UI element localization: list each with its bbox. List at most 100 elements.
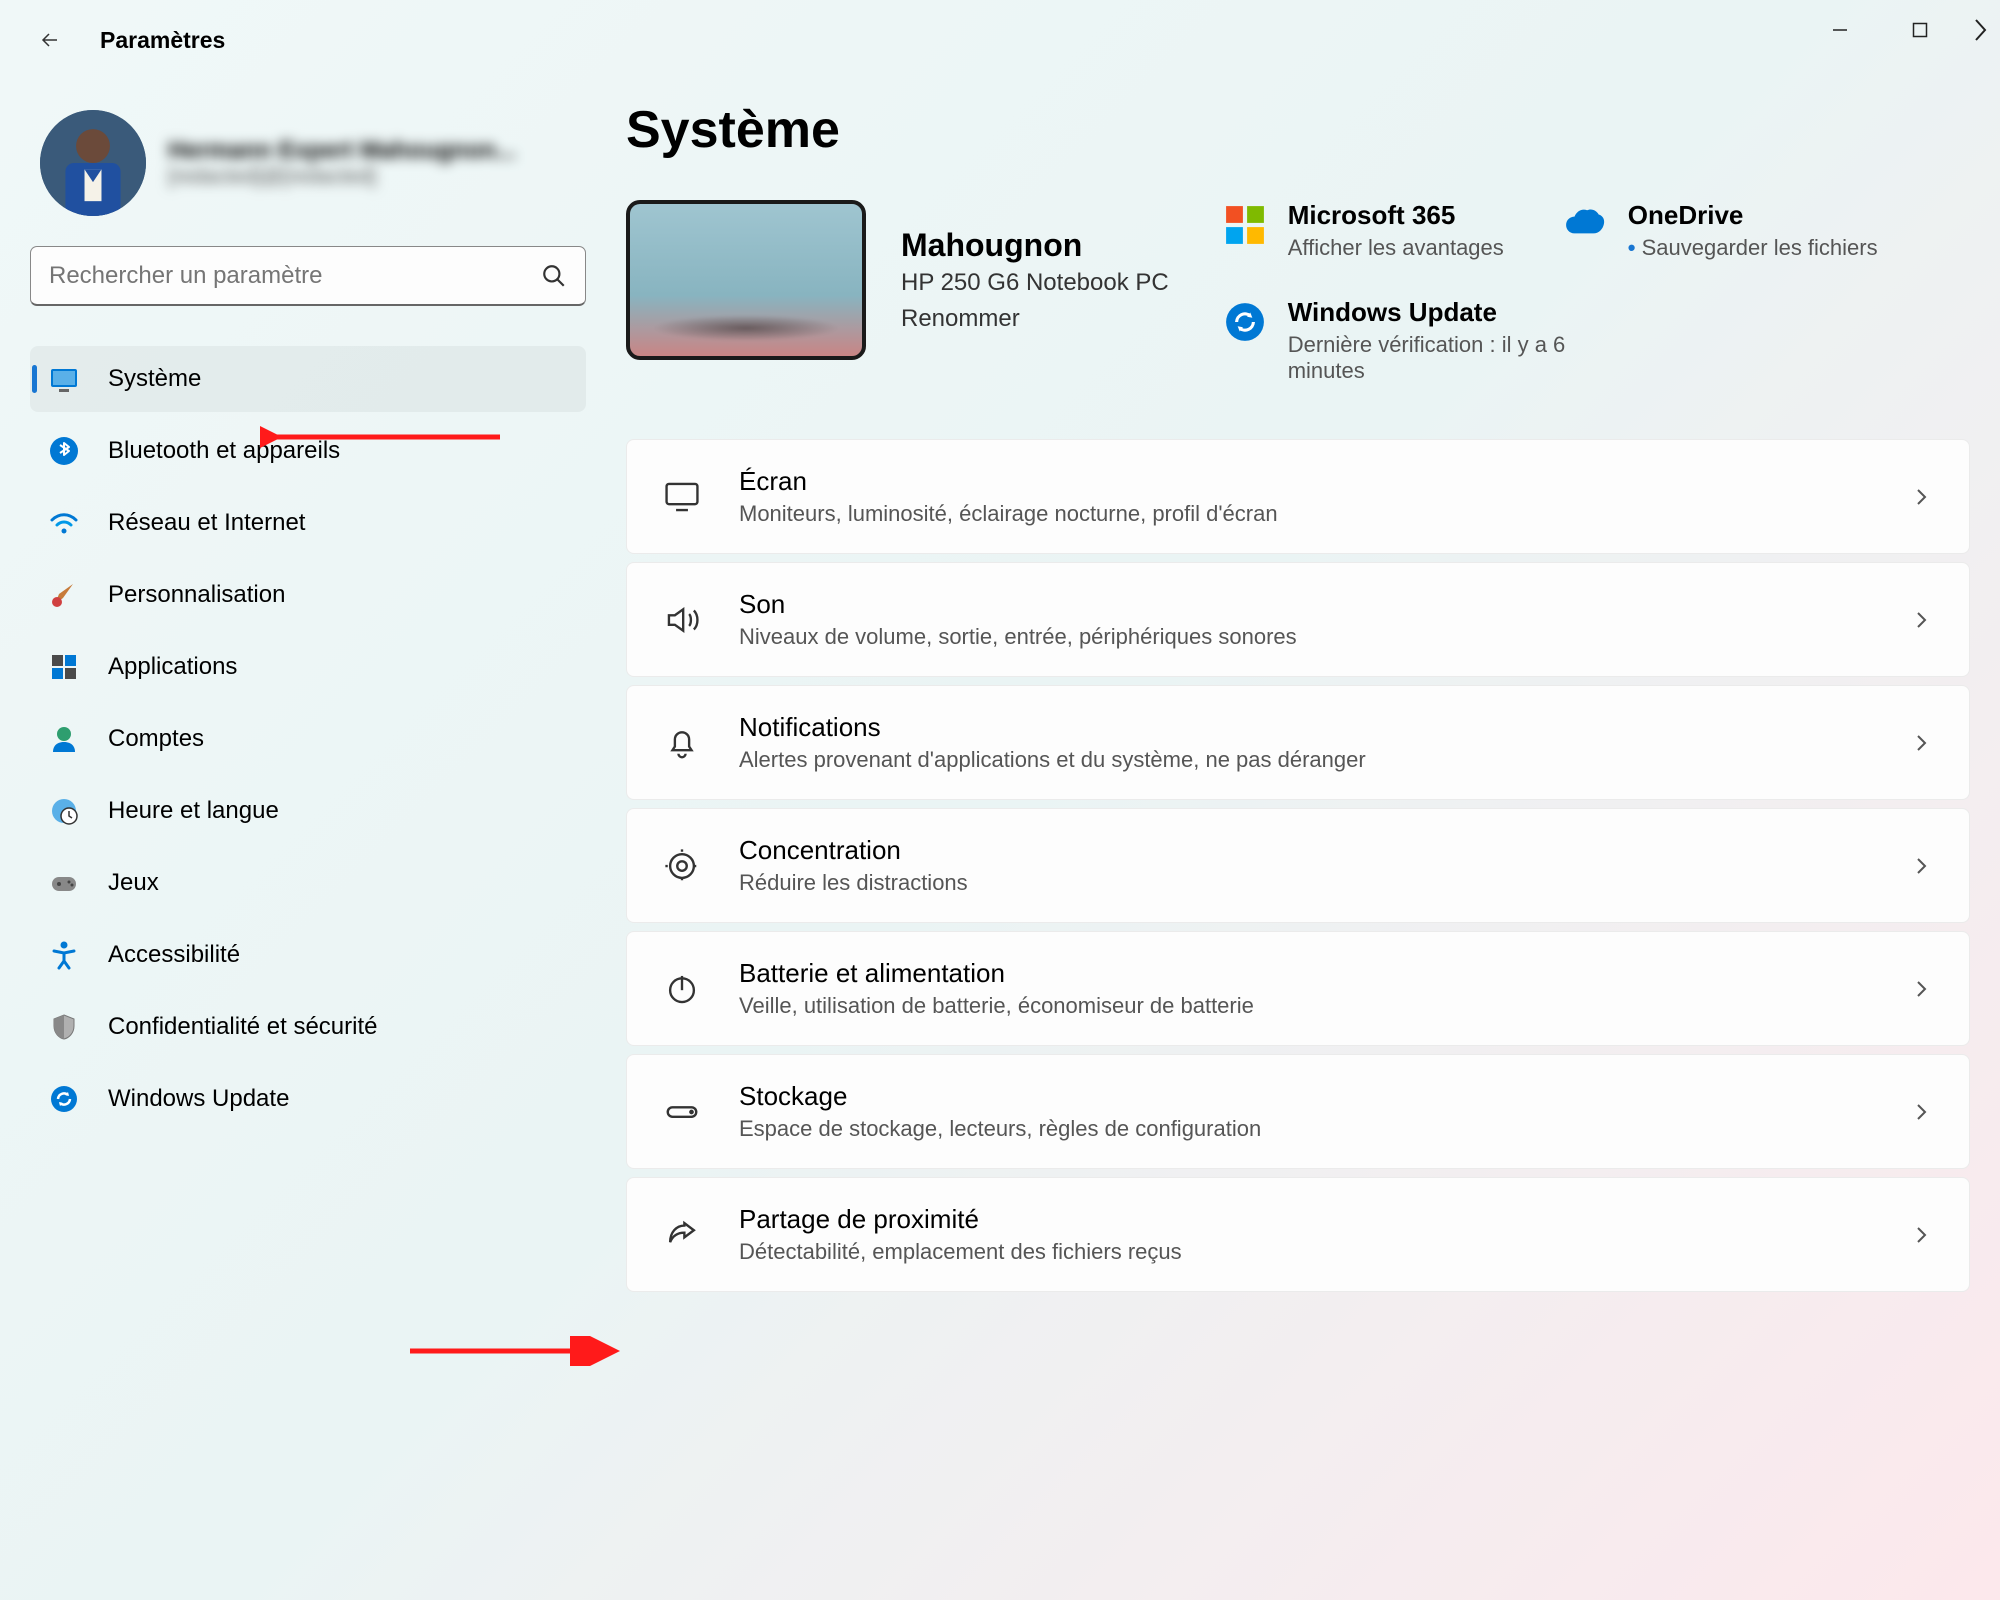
tile-sub: Afficher les avantages	[1288, 235, 1504, 261]
chevron-right-icon	[1909, 1100, 1933, 1124]
monitor-icon	[663, 478, 701, 516]
card-title: Son	[739, 589, 1871, 620]
nav-label: Réseau et Internet	[108, 509, 305, 537]
card-title: Écran	[739, 466, 1871, 497]
card-title: Notifications	[739, 712, 1871, 743]
card-title: Stockage	[739, 1081, 1871, 1112]
card-title: Batterie et alimentation	[739, 958, 1871, 989]
device-info-row: Mahougnon HP 250 G6 Notebook PC Renommer…	[626, 200, 1970, 384]
tile-title: Windows Update	[1288, 297, 1608, 328]
nav-item-gaming[interactable]: Jeux	[30, 850, 586, 916]
chevron-right-icon	[1909, 608, 1933, 632]
nav-item-accounts[interactable]: Comptes	[30, 706, 586, 772]
tile-title: Microsoft 365	[1288, 200, 1504, 231]
nav-label: Bluetooth et appareils	[108, 437, 340, 465]
nav-label: Windows Update	[108, 1085, 289, 1113]
forward-button[interactable]	[1960, 0, 2000, 60]
maximize-button[interactable]	[1880, 0, 1960, 60]
titlebar: Paramètres	[0, 0, 2000, 80]
card-sub: Niveaux de volume, sortie, entrée, périp…	[739, 624, 1871, 650]
card-title: Concentration	[739, 835, 1871, 866]
person-icon	[48, 723, 80, 755]
tile-onedrive[interactable]: OneDrive Sauvegarder les fichiers	[1564, 200, 1878, 261]
rename-link[interactable]: Renommer	[901, 305, 1169, 333]
bluetooth-icon	[48, 435, 80, 467]
card-focus[interactable]: Concentration Réduire les distractions	[626, 808, 1970, 923]
window-controls	[1800, 0, 2000, 60]
device-model: HP 250 G6 Notebook PC	[901, 269, 1169, 297]
nav-item-accessibility[interactable]: Accessibilité	[30, 922, 586, 988]
tile-microsoft365[interactable]: Microsoft 365 Afficher les avantages	[1224, 200, 1504, 261]
card-display[interactable]: Écran Moniteurs, luminosité, éclairage no…	[626, 439, 1970, 554]
nav-item-system[interactable]: Système	[30, 346, 586, 412]
gamepad-icon	[48, 867, 80, 899]
apps-icon	[48, 651, 80, 683]
tile-title: OneDrive	[1628, 200, 1878, 231]
nav-item-windows-update[interactable]: Windows Update	[30, 1066, 586, 1132]
speaker-icon	[663, 601, 701, 639]
nav-label: Heure et langue	[108, 797, 279, 825]
search-icon	[541, 263, 567, 289]
device-thumbnail	[626, 200, 866, 360]
onedrive-icon	[1564, 204, 1606, 246]
tile-sub: Dernière vérification : il y a 6 minutes	[1288, 332, 1608, 384]
share-icon	[663, 1216, 701, 1254]
nav-item-bluetooth[interactable]: Bluetooth et appareils	[30, 418, 586, 484]
user-name: Hermann Expert Mahougnon...	[168, 137, 516, 165]
update-icon	[1224, 301, 1266, 343]
card-sub: Espace de stockage, lecteurs, règles de …	[739, 1116, 1871, 1142]
card-notifications[interactable]: NotificationsAlertes provenant d'applica…	[626, 685, 1970, 800]
nav-label: Jeux	[108, 869, 159, 897]
nav-label: Comptes	[108, 725, 204, 753]
nav-item-apps[interactable]: Applications	[30, 634, 586, 700]
chevron-right-icon	[1909, 731, 1933, 755]
globe-clock-icon	[48, 795, 80, 827]
chevron-right-icon	[1909, 854, 1933, 878]
device-name: Mahougnon	[901, 227, 1169, 264]
search-box[interactable]	[30, 246, 586, 306]
nav-item-privacy[interactable]: Confidentialité et sécurité	[30, 994, 586, 1060]
search-input[interactable]	[49, 262, 541, 290]
tile-windows-update[interactable]: Windows Update Dernière vérification : i…	[1224, 297, 1970, 384]
nav-item-network[interactable]: Réseau et Internet	[30, 490, 586, 556]
power-icon	[663, 970, 701, 1008]
tile-sub: Sauvegarder les fichiers	[1628, 235, 1878, 261]
nav: Système Bluetooth et appareils Réseau et…	[30, 346, 586, 1132]
minimize-button[interactable]	[1800, 0, 1880, 60]
user-email: [redacted]@[redacted]	[168, 165, 516, 189]
chevron-right-icon	[1909, 1223, 1933, 1247]
back-button[interactable]	[30, 20, 70, 60]
main-content: Système Mahougnon HP 250 G6 Notebook PC …	[586, 80, 1970, 1292]
card-nearby-sharing[interactable]: Partage de proximité Détectabilité, empla…	[626, 1177, 1970, 1292]
wifi-icon	[48, 507, 80, 539]
nav-label: Confidentialité et sécurité	[108, 1013, 377, 1041]
card-sub: Veille, utilisation de batterie, économi…	[739, 993, 1871, 1019]
brush-icon	[48, 579, 80, 611]
focus-icon	[663, 847, 701, 885]
shield-icon	[48, 1011, 80, 1043]
accessibility-icon	[48, 939, 80, 971]
display-icon	[48, 363, 80, 395]
arrow-left-icon	[38, 28, 62, 52]
avatar	[40, 110, 146, 216]
nav-item-time-language[interactable]: Heure et langue	[30, 778, 586, 844]
nav-label: Applications	[108, 653, 237, 681]
chevron-right-icon	[1909, 485, 1933, 509]
nav-label: Système	[108, 365, 201, 393]
settings-cards: Écran Moniteurs, luminosité, éclairage no…	[626, 439, 1970, 1292]
microsoft-logo-icon	[1224, 204, 1266, 246]
card-sub: Détectabilité, emplacement des fichiers …	[739, 1239, 1871, 1265]
bell-icon	[663, 724, 701, 762]
sidebar: Hermann Expert Mahougnon... [redacted]@[…	[30, 80, 586, 1292]
update-icon	[48, 1083, 80, 1115]
device-block: Mahougnon HP 250 G6 Notebook PC Renommer	[626, 200, 1169, 360]
user-card[interactable]: Hermann Expert Mahougnon... [redacted]@[…	[30, 100, 586, 246]
card-storage[interactable]: Stockage Espace de stockage, lecteurs, rè…	[626, 1054, 1970, 1169]
card-title: Partage de proximité	[739, 1204, 1871, 1235]
card-sound[interactable]: Son Niveaux de volume, sortie, entrée, pé…	[626, 562, 1970, 677]
card-sub: Moniteurs, luminosité, éclairage nocturn…	[739, 501, 1871, 527]
nav-item-personalization[interactable]: Personnalisation	[30, 562, 586, 628]
card-sub: Réduire les distractions	[739, 870, 1871, 896]
card-power[interactable]: Batterie et alimentation Veille, utilisat…	[626, 931, 1970, 1046]
window-title: Paramètres	[100, 27, 225, 54]
